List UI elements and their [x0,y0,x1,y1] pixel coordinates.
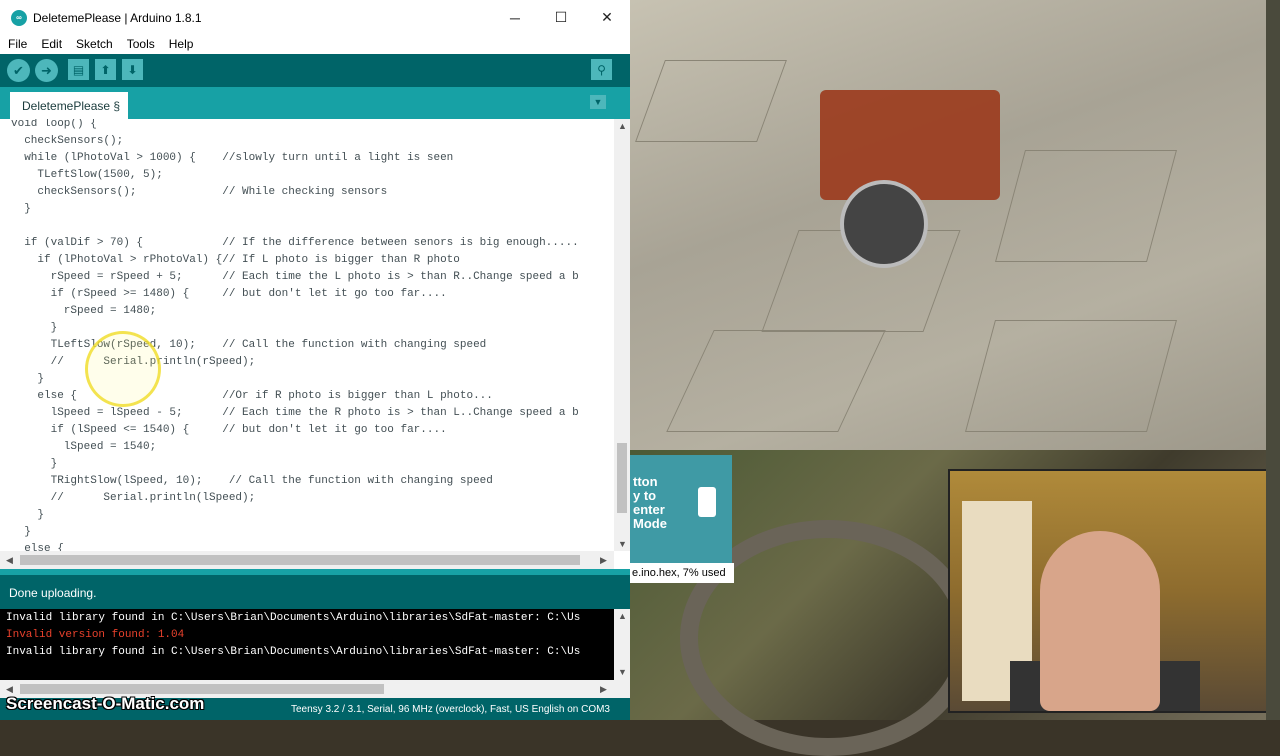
code-line: TLeftSlow(rSpeed, 10); // Call the funct… [11,339,487,351]
hint-line: y to [633,488,657,503]
code-editor[interactable]: void loop() { checkSensors(); while (lPh… [0,119,614,551]
code-line: TRightSlow(lSpeed, 10); // Call the func… [11,475,493,487]
code-line: if (rSpeed >= 1480) { // but don't let i… [11,288,447,300]
scroll-up-icon: ▲ [618,611,627,621]
menu-bar: File Edit Sketch Tools Help [0,35,630,52]
code-line: void loop() { [11,119,97,130]
code-line: if (lSpeed <= 1540) { // but don't let i… [11,424,447,436]
menu-edit[interactable]: Edit [33,37,68,51]
console-line: Invalid library found in C:\Users\Brian\… [6,612,581,624]
code-line: lSpeed = 1540; [11,441,157,453]
tab-deletemeplease[interactable]: DeletemePlease § [10,92,129,119]
board-info: Teensy 3.2 / 3.1, Serial, 96 MHz (overcl… [290,704,610,715]
code-line: rSpeed = 1480; [11,305,157,317]
scroll-thumb[interactable] [20,555,580,565]
floor-tile [666,330,886,432]
scroll-right-icon: ▶ [600,555,607,565]
scroll-right-icon: ▶ [600,684,607,694]
console-line: Invalid library found in C:\Users\Brian\… [6,646,581,658]
code-line: else { //Or if R photo is bigger than L … [11,390,493,402]
console-line: Invalid version found: 1.04 [6,629,185,641]
code-line: while (lPhotoVal > 1000) { //slowly turn… [11,152,454,164]
code-line: if (valDif > 70) { // If the difference … [11,237,579,249]
menu-help[interactable]: Help [161,37,200,51]
mouse-highlight [85,331,161,407]
code-line: checkSensors(); [11,135,124,147]
open-icon: ⬆ [100,62,111,77]
code-line: TLeftSlow(1500, 5); [11,169,163,181]
magnifier-icon: ⚲ [597,62,606,77]
close-button[interactable]: ✕ [584,0,630,35]
teensy-button-icon [698,487,716,517]
arduino-logo-icon: ∞ [11,9,27,26]
editor-horizontal-scrollbar[interactable]: ◀ ▶ [0,551,614,569]
chevron-down-icon: ▼ [593,97,603,107]
status-bar: Done uploading. [0,575,630,609]
console-vertical-scrollbar[interactable]: ▲ ▼ [614,609,630,680]
verify-button[interactable]: ✔ [7,59,30,82]
toolbar: ✔ ➜ ▤ ⬆ ⬇ ⚲ [0,54,630,87]
code-line: } [11,526,31,538]
code-line: rSpeed = rSpeed + 5; // Each time the L … [11,271,579,283]
new-file-icon: ▤ [72,62,85,77]
floor-tile [994,150,1178,262]
code-line: // Serial.println(lSpeed); [11,492,256,504]
code-line: } [11,458,58,470]
new-button[interactable]: ▤ [68,59,89,80]
code-line: else { [11,543,64,551]
screencast-watermark: Screencast-O-Matic.com [6,694,205,713]
save-button[interactable]: ⬇ [122,59,143,80]
code-line: checkSensors(); // While checking sensor… [11,186,388,198]
check-icon: ✔ [13,62,24,78]
code-line: } [11,373,45,385]
save-icon: ⬇ [127,62,138,77]
teensy-file-status: e.ino.hex, 7% used [630,563,734,583]
code-line: } [11,203,31,215]
person [1040,531,1160,711]
floor-tile [964,320,1178,432]
hint-line: Mode [633,516,667,531]
open-button[interactable]: ⬆ [95,59,116,80]
scroll-left-icon: ◀ [6,555,13,565]
robot-wheel [840,180,928,268]
scroll-down-icon: ▼ [618,667,627,677]
screen-edge [1266,0,1280,720]
scroll-thumb[interactable] [20,684,384,694]
robot-video [630,0,1266,450]
code-line: } [11,509,45,521]
menu-tools[interactable]: Tools [119,37,161,51]
editor-vertical-scrollbar[interactable]: ▲ ▼ [614,119,630,551]
maximize-button[interactable]: ☐ [538,0,584,35]
status-text: Done uploading. [9,586,97,600]
serial-monitor-button[interactable]: ⚲ [591,59,612,80]
tab-bar: DeletemePlease § ▼ [0,87,630,119]
arrow-right-icon: ➜ [41,62,52,78]
hint-line: tton [633,474,658,489]
scroll-up-icon: ▲ [618,121,627,131]
hint-line: enter [633,502,665,517]
menu-sketch[interactable]: Sketch [68,37,119,51]
window-title: DeletemePlease | Arduino 1.8.1 [33,10,202,25]
minimize-button[interactable]: ─ [492,0,538,35]
scroll-thumb[interactable] [617,443,627,513]
scroll-down-icon: ▼ [618,539,627,549]
webcam-feed [948,469,1272,713]
code-line: } [11,322,58,334]
teensy-loader-hint: tton y to enter Mode [630,455,732,563]
code-line: if (lPhotoVal > rPhotoVal) {// If L phot… [11,254,460,266]
menu-file[interactable]: File [0,37,33,51]
console-output[interactable]: Invalid library found in C:\Users\Brian\… [0,609,614,680]
upload-button[interactable]: ➜ [35,59,58,82]
robot [820,90,1000,200]
floor-tile [635,60,787,142]
tab-menu-button[interactable]: ▼ [590,95,606,109]
code-line: lSpeed = lSpeed - 5; // Each time the R … [11,407,579,419]
title-bar: ∞ DeletemePlease | Arduino 1.8.1 ─ ☐ ✕ [0,0,630,35]
